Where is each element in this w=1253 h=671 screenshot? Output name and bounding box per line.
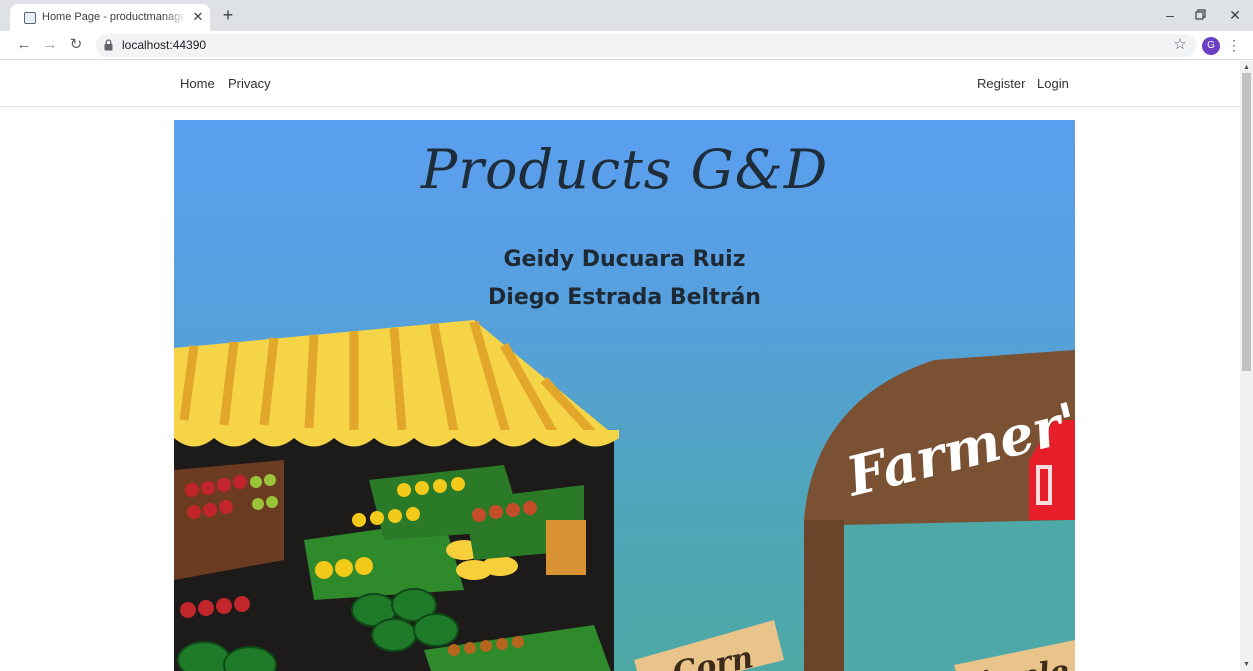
close-window-icon[interactable]: ✕ [1225, 6, 1245, 24]
back-arrow-icon[interactable]: ← [14, 35, 34, 55]
nav-link-register[interactable]: Register [977, 76, 1025, 92]
new-tab-button[interactable]: + [218, 6, 238, 26]
minimize-icon[interactable]: – [1160, 6, 1180, 24]
browser-tab[interactable]: Home Page - productmanagement ✕ [10, 4, 210, 31]
forward-arrow-icon[interactable]: → [40, 35, 60, 55]
page-favicon-icon [24, 12, 36, 24]
restore-icon[interactable] [1190, 6, 1210, 24]
scroll-down-icon[interactable]: ▼ [1242, 660, 1251, 669]
url-text: localhost:44390 [122, 38, 207, 52]
nav-link-home[interactable]: Home [180, 76, 215, 92]
browser-menu-icon[interactable]: ⋮ [1226, 35, 1242, 55]
hero-banner: Farmer's Corn Apple Products G&D Geidy D… [174, 120, 1075, 671]
address-bar[interactable]: localhost:44390 [96, 34, 1196, 57]
author-name: Geidy Ducuara Ruiz [503, 247, 746, 272]
nav-link-privacy[interactable]: Privacy [228, 76, 271, 92]
author-name: Diego Estrada Beltrán [488, 285, 761, 310]
hero-title: Products G&D [420, 138, 829, 201]
browser-tabstrip: Home Page - productmanagement ✕ + – ✕ [0, 0, 1253, 31]
browser-toolbar: ← → ↻ localhost:44390 ☆ G ⋮ [0, 31, 1253, 60]
tab-title: Home Page - productmanagement [42, 11, 186, 23]
scroll-up-icon[interactable]: ▲ [1242, 63, 1251, 72]
bookmark-star-icon[interactable]: ☆ [1170, 35, 1190, 55]
page-scrollbar[interactable]: ▲ ▼ [1240, 61, 1253, 671]
lock-icon [104, 39, 113, 51]
nav-link-login[interactable]: Login [1037, 76, 1069, 92]
scroll-thumb[interactable] [1242, 73, 1251, 371]
tab-close-icon[interactable]: ✕ [190, 9, 206, 25]
site-navbar: Home Privacy Register Login [0, 61, 1240, 107]
profile-avatar[interactable]: G [1202, 37, 1220, 55]
reload-icon[interactable]: ↻ [66, 35, 86, 55]
page-viewport: Home Privacy Register Login Farmer's Cor… [0, 61, 1240, 671]
market-illustration: Farmer's Corn Apple [174, 320, 1075, 671]
